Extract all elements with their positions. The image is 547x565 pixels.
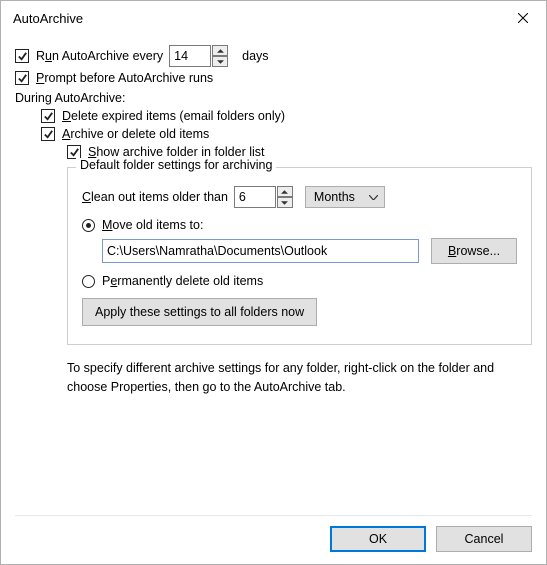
run-every-row: Run AutoArchive every days [15, 45, 532, 67]
days-label: days [242, 49, 268, 63]
run-every-label: Run AutoArchive every [36, 49, 163, 63]
footer: OK Cancel [15, 515, 532, 552]
show-folder-checkbox[interactable] [67, 145, 81, 159]
clean-label: Clean out items older than [82, 190, 228, 204]
archive-old-label: Archive or delete old items [62, 127, 209, 141]
footer-note: To specify different archive settings fo… [67, 359, 532, 397]
move-label: Move old items to: [102, 218, 203, 232]
chevron-down-icon [281, 201, 288, 205]
close-icon [518, 13, 528, 23]
clean-value[interactable] [234, 186, 276, 208]
chevron-down-icon [217, 60, 224, 64]
check-icon [17, 73, 28, 84]
show-folder-row: Show archive folder in folder list [67, 145, 532, 159]
prompt-label: Prompt before AutoArchive runs [36, 71, 213, 85]
titlebar: AutoArchive [1, 1, 546, 35]
chevron-up-icon [217, 49, 224, 53]
clean-row: Clean out items older than Months [82, 186, 517, 208]
content-area: Run AutoArchive every days Prompt before… [1, 35, 546, 397]
prompt-checkbox[interactable] [15, 71, 29, 85]
perm-row: Permanently delete old items [82, 274, 517, 288]
clean-unit-combo[interactable]: Months [305, 186, 385, 208]
check-icon [69, 147, 80, 158]
check-icon [17, 51, 28, 62]
archive-old-checkbox[interactable] [41, 127, 55, 141]
chevron-down-icon [369, 195, 378, 200]
run-every-spin-down[interactable] [212, 56, 228, 67]
perm-label: Permanently delete old items [102, 274, 263, 288]
clean-spin-down[interactable] [277, 197, 293, 208]
chevron-up-icon [281, 190, 288, 194]
run-every-value[interactable] [169, 45, 211, 67]
archive-path-input[interactable] [102, 239, 419, 263]
window-title: AutoArchive [13, 11, 83, 26]
ok-button[interactable]: OK [330, 526, 426, 552]
delete-expired-row: Delete expired items (email folders only… [41, 109, 532, 123]
clean-unit-label: Months [314, 190, 355, 204]
move-radio[interactable] [82, 219, 95, 232]
clean-spin-up[interactable] [277, 186, 293, 197]
delete-expired-checkbox[interactable] [41, 109, 55, 123]
during-header: During AutoArchive: [15, 91, 532, 105]
apply-all-button[interactable]: Apply these settings to all folders now [82, 298, 317, 326]
delete-expired-label: Delete expired items (email folders only… [62, 109, 285, 123]
archive-old-row: Archive or delete old items [41, 127, 532, 141]
run-every-spin-up[interactable] [212, 45, 228, 56]
cancel-button[interactable]: Cancel [436, 526, 532, 552]
move-row: Move old items to: [82, 218, 517, 232]
browse-button[interactable]: Browse... [431, 238, 517, 264]
path-row: Browse... [102, 238, 517, 264]
default-settings-group: Default folder settings for archiving Cl… [67, 167, 532, 345]
prompt-row: Prompt before AutoArchive runs [15, 71, 532, 85]
perm-radio[interactable] [82, 275, 95, 288]
close-button[interactable] [500, 1, 546, 35]
show-folder-label: Show archive folder in folder list [88, 145, 264, 159]
run-every-checkbox[interactable] [15, 49, 29, 63]
group-title: Default folder settings for archiving [76, 158, 276, 172]
check-icon [43, 129, 54, 140]
check-icon [43, 111, 54, 122]
apply-row: Apply these settings to all folders now [82, 298, 517, 326]
